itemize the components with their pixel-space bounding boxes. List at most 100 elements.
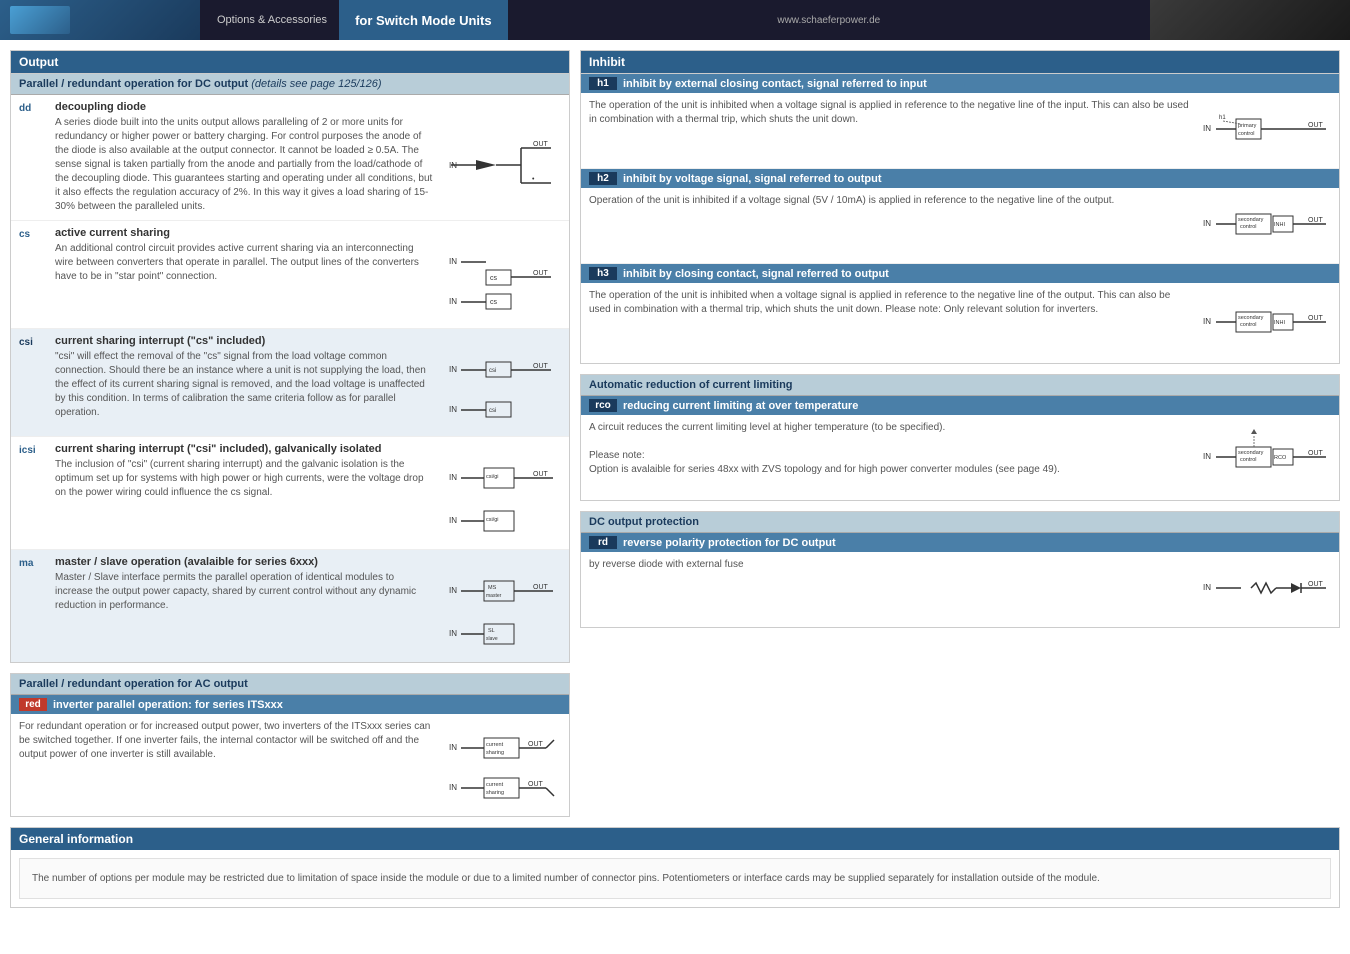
output-section: Output Parallel / redundant operation fo… <box>10 50 570 663</box>
svg-text:csi/gi: csi/gi <box>486 517 499 523</box>
diagram-rd: IN OUT <box>1201 558 1331 621</box>
svg-text:control: control <box>1240 322 1257 328</box>
text-h3: The operation of the unit is inhibited w… <box>589 289 1193 357</box>
svg-text:csi/gi: csi/gi <box>486 474 499 480</box>
content-icsi: current sharing interrupt ("csi" include… <box>55 443 561 543</box>
diagram-h2: IN secondary control INHI OUT <box>1201 194 1331 257</box>
svg-text:OUT: OUT <box>533 363 549 370</box>
logo-area <box>0 0 200 40</box>
svg-text:cs: cs <box>490 275 498 282</box>
svg-text:IN: IN <box>449 743 457 752</box>
code-csi: csi <box>19 335 47 430</box>
main-content: Output Parallel / redundant operation fo… <box>0 40 1350 827</box>
title-h3: inhibit by closing contact, signal refer… <box>623 268 889 280</box>
title-csi: current sharing interrupt ("cs" included… <box>55 335 561 347</box>
svg-text:IN: IN <box>1203 452 1211 461</box>
output-title: Output <box>11 51 569 74</box>
diagram-icsi: IN csi/gi OUT IN <box>441 458 561 543</box>
svg-text:SL: SL <box>488 628 495 634</box>
svg-text:OUT: OUT <box>1308 450 1324 457</box>
text-rd: by reverse diode with external fuse <box>589 558 1193 621</box>
text-h1: The operation of the unit is inhibited w… <box>589 99 1193 162</box>
svg-text:sharing: sharing <box>486 750 504 756</box>
title-cs: active current sharing <box>55 227 561 239</box>
svg-text:•: • <box>532 176 535 183</box>
content-csi: current sharing interrupt ("cs" included… <box>55 335 561 430</box>
item-icsi: icsi current sharing interrupt ("csi" in… <box>11 437 569 550</box>
rco-subheader: rco reducing current limiting at over te… <box>581 396 1339 415</box>
svg-text:IN: IN <box>449 297 457 306</box>
svg-text:IN: IN <box>449 516 457 525</box>
dc-protection-header: DC output protection <box>581 512 1339 533</box>
nav-options[interactable]: Options & Accessories <box>205 0 339 40</box>
svg-text:IN: IN <box>1203 583 1211 592</box>
content-cs: active current sharing An additional con… <box>55 227 561 322</box>
text-ma: Master / Slave interface permits the par… <box>55 571 433 656</box>
svg-text:IN: IN <box>1203 219 1211 228</box>
svg-text:INHI: INHI <box>1274 320 1285 326</box>
svg-text:MS: MS <box>488 585 497 591</box>
h2-content: Operation of the unit is inhibited if a … <box>581 188 1339 263</box>
svg-text:secondary: secondary <box>1238 450 1264 456</box>
text-dd: A series diode built into the units outp… <box>55 116 433 214</box>
svg-text:secondary: secondary <box>1238 217 1264 223</box>
svg-text:OUT: OUT <box>533 584 549 591</box>
h3-subheader: h3 inhibit by closing contact, signal re… <box>581 264 1339 283</box>
svg-text:RCO: RCO <box>1274 455 1287 461</box>
svg-text:IN: IN <box>449 473 457 482</box>
title-dd: decoupling diode <box>55 101 561 113</box>
svg-text:master: master <box>486 593 502 599</box>
content-dd: decoupling diode A series diode built in… <box>55 101 561 214</box>
svg-text:csi: csi <box>489 408 496 414</box>
general-title: General information <box>11 828 1339 850</box>
auto-current-header: Automatic reduction of current limiting <box>581 375 1339 396</box>
inhibit-section: Inhibit h1 inhibit by external closing c… <box>580 50 1340 364</box>
nav-title: for Switch Mode Units <box>339 0 508 40</box>
svg-text:OUT: OUT <box>528 781 544 788</box>
title-ma: master / slave operation (avalaible for … <box>55 556 561 568</box>
title-h2: inhibit by voltage signal, signal referr… <box>623 173 882 185</box>
diagram-rco: IN secondary control RCO OUT <box>1201 421 1331 494</box>
svg-text:csi: csi <box>489 368 496 374</box>
inhibit-h1-row: h1 inhibit by external closing contact, … <box>581 74 1339 169</box>
diagram-h1: IN primary control OUT h1 <box>1201 99 1331 162</box>
parallel-ac-header: Parallel / redundant operation for AC ou… <box>11 674 569 695</box>
svg-text:OUT: OUT <box>1308 122 1324 129</box>
parallel-dc-header: Parallel / redundant operation for DC ou… <box>11 74 569 95</box>
svg-text:control: control <box>1240 457 1257 463</box>
text-h2: Operation of the unit is inhibited if a … <box>589 194 1193 257</box>
text-icsi: The inclusion of "csi" (current sharing … <box>55 458 433 543</box>
diagram-cs: IN cs OUT IN cs <box>441 242 561 322</box>
code-h1: h1 <box>589 77 617 90</box>
svg-text:OUT: OUT <box>1308 315 1324 322</box>
header-url: www.schaeferpower.de <box>508 15 1150 26</box>
code-dd: dd <box>19 101 47 214</box>
header: Options & Accessories for Switch Mode Un… <box>0 0 1350 40</box>
svg-text:cs: cs <box>490 299 498 306</box>
code-h3: h3 <box>589 267 617 280</box>
red-subheader: red inverter parallel operation: for ser… <box>11 695 569 714</box>
h1-content: The operation of the unit is inhibited w… <box>581 93 1339 168</box>
code-ma: ma <box>19 556 47 656</box>
item-dd: dd decoupling diode A series diode built… <box>11 95 569 221</box>
title-icsi: current sharing interrupt ("csi" include… <box>55 443 561 455</box>
general-text: The number of options per module may be … <box>19 858 1331 899</box>
diagram-h3: IN secondary control INHI OUT <box>1201 289 1331 357</box>
svg-text:OUT: OUT <box>1308 581 1324 588</box>
general-section: General information The number of option… <box>10 827 1340 908</box>
title-h1: inhibit by external closing contact, sig… <box>623 78 927 90</box>
code-red: red <box>19 698 47 711</box>
inhibit-h2-row: h2 inhibit by voltage signal, signal ref… <box>581 169 1339 264</box>
parallel-ac-box: Parallel / redundant operation for AC ou… <box>10 673 570 817</box>
svg-text:IN: IN <box>449 257 457 266</box>
h1-subheader: h1 inhibit by external closing contact, … <box>581 74 1339 93</box>
diagram-csi: IN csi OUT IN c <box>441 350 561 430</box>
diagram-dd: IN OUT • <box>441 116 561 214</box>
diagram-red: IN current sharing OUT IN current <box>441 720 561 810</box>
svg-text:IN: IN <box>449 629 457 638</box>
auto-current-section: Automatic reduction of current limiting … <box>580 374 1340 501</box>
svg-text:IN: IN <box>1203 124 1211 133</box>
right-column: Inhibit h1 inhibit by external closing c… <box>580 50 1340 817</box>
svg-text:current: current <box>486 782 504 788</box>
header-nav: Options & Accessories for Switch Mode Un… <box>200 0 508 40</box>
